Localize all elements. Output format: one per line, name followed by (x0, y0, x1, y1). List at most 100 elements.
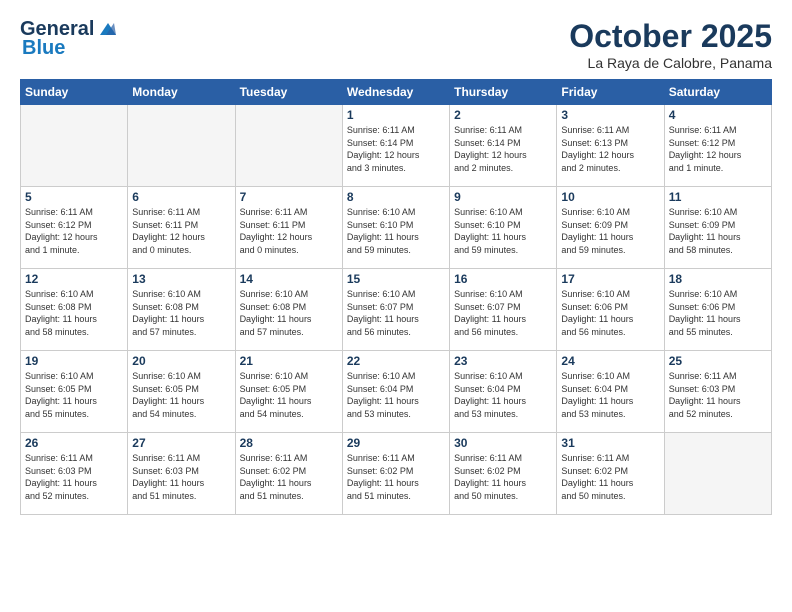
day-info: Sunrise: 6:11 AM Sunset: 6:03 PM Dayligh… (669, 370, 767, 420)
day-info: Sunrise: 6:11 AM Sunset: 6:02 PM Dayligh… (561, 452, 659, 502)
header: General Blue October 2025 La Raya de Cal… (20, 18, 772, 71)
calendar-cell: 11 Sunrise: 6:10 AM Sunset: 6:09 PM Dayli… (664, 187, 771, 269)
day-number: 9 (454, 190, 552, 204)
day-info: Sunrise: 6:10 AM Sunset: 6:05 PM Dayligh… (132, 370, 230, 420)
day-info: Sunrise: 6:11 AM Sunset: 6:12 PM Dayligh… (25, 206, 123, 256)
day-info: Sunrise: 6:11 AM Sunset: 6:02 PM Dayligh… (454, 452, 552, 502)
day-number: 31 (561, 436, 659, 450)
day-number: 4 (669, 108, 767, 122)
day-number: 5 (25, 190, 123, 204)
day-info: Sunrise: 6:10 AM Sunset: 6:05 PM Dayligh… (25, 370, 123, 420)
calendar-cell: 10Sunrise: 6:10 AM Sunset: 6:09 PM Dayli… (557, 187, 664, 269)
calendar-cell: 24 Sunrise: 6:10 AM Sunset: 6:04 PM Dayli… (557, 351, 664, 433)
day-number: 20 (132, 354, 230, 368)
day-info: Sunrise: 6:10 AM Sunset: 6:09 PM Dayligh… (669, 206, 767, 256)
calendar-cell: 7 Sunrise: 6:11 AM Sunset: 6:11 PM Daylig… (235, 187, 342, 269)
day-info: Sunrise: 6:11 AM Sunset: 6:02 PM Dayligh… (347, 452, 445, 502)
day-number: 23 (454, 354, 552, 368)
weekday-header-sunday: Sunday (21, 80, 128, 105)
calendar-cell: 19 Sunrise: 6:10 AM Sunset: 6:05 PM Dayli… (21, 351, 128, 433)
day-number: 7 (240, 190, 338, 204)
day-info: Sunrise: 6:10 AM Sunset: 6:04 PM Dayligh… (454, 370, 552, 420)
day-info: Sunrise: 6:11 AM Sunset: 6:14 PM Dayligh… (347, 124, 445, 174)
calendar-header-row: SundayMondayTuesdayWednesdayThursdayFrid… (21, 80, 772, 105)
calendar-cell: 16 Sunrise: 6:10 AM Sunset: 6:07 PM Dayli… (450, 269, 557, 351)
calendar-table: SundayMondayTuesdayWednesdayThursdayFrid… (20, 79, 772, 515)
day-number: 19 (25, 354, 123, 368)
day-number: 18 (669, 272, 767, 286)
calendar-cell: 20 Sunrise: 6:10 AM Sunset: 6:05 PM Dayli… (128, 351, 235, 433)
calendar-cell: 2 Sunrise: 6:11 AM Sunset: 6:14 PM Daylig… (450, 105, 557, 187)
day-number: 3 (561, 108, 659, 122)
day-number: 30 (454, 436, 552, 450)
day-number: 24 (561, 354, 659, 368)
weekday-header-monday: Monday (128, 80, 235, 105)
day-number: 11 (669, 190, 767, 204)
calendar-cell: 5 Sunrise: 6:11 AM Sunset: 6:12 PM Daylig… (21, 187, 128, 269)
calendar-cell: 6 Sunrise: 6:11 AM Sunset: 6:11 PM Daylig… (128, 187, 235, 269)
day-info: Sunrise: 6:11 AM Sunset: 6:03 PM Dayligh… (132, 452, 230, 502)
calendar-cell: 27 Sunrise: 6:11 AM Sunset: 6:03 PM Dayli… (128, 433, 235, 515)
logo-icon (96, 21, 118, 39)
day-info: Sunrise: 6:11 AM Sunset: 6:02 PM Dayligh… (240, 452, 338, 502)
calendar-cell: 1 Sunrise: 6:11 AM Sunset: 6:14 PM Daylig… (342, 105, 449, 187)
day-info: Sunrise: 6:11 AM Sunset: 6:14 PM Dayligh… (454, 124, 552, 174)
calendar-week-row: 12 Sunrise: 6:10 AM Sunset: 6:08 PM Dayli… (21, 269, 772, 351)
calendar-cell: 18 Sunrise: 6:10 AM Sunset: 6:06 PM Dayli… (664, 269, 771, 351)
weekday-header-saturday: Saturday (664, 80, 771, 105)
day-info: Sunrise: 6:10 AM Sunset: 6:08 PM Dayligh… (240, 288, 338, 338)
day-info: Sunrise: 6:11 AM Sunset: 6:12 PM Dayligh… (669, 124, 767, 174)
day-info: Sunrise: 6:11 AM Sunset: 6:11 PM Dayligh… (240, 206, 338, 256)
day-info: Sunrise: 6:10 AM Sunset: 6:10 PM Dayligh… (454, 206, 552, 256)
day-info: Sunrise: 6:11 AM Sunset: 6:03 PM Dayligh… (25, 452, 123, 502)
calendar-week-row: 26 Sunrise: 6:11 AM Sunset: 6:03 PM Dayli… (21, 433, 772, 515)
logo: General Blue (20, 18, 118, 60)
day-number: 26 (25, 436, 123, 450)
day-number: 29 (347, 436, 445, 450)
day-info: Sunrise: 6:10 AM Sunset: 6:07 PM Dayligh… (347, 288, 445, 338)
day-number: 16 (454, 272, 552, 286)
calendar-cell: 13 Sunrise: 6:10 AM Sunset: 6:08 PM Dayli… (128, 269, 235, 351)
day-number: 8 (347, 190, 445, 204)
day-info: Sunrise: 6:10 AM Sunset: 6:04 PM Dayligh… (347, 370, 445, 420)
calendar-week-row: 19 Sunrise: 6:10 AM Sunset: 6:05 PM Dayli… (21, 351, 772, 433)
calendar-cell: 31 Sunrise: 6:11 AM Sunset: 6:02 PM Dayli… (557, 433, 664, 515)
day-number: 25 (669, 354, 767, 368)
calendar-cell: 14 Sunrise: 6:10 AM Sunset: 6:08 PM Dayli… (235, 269, 342, 351)
day-number: 13 (132, 272, 230, 286)
day-number: 27 (132, 436, 230, 450)
day-info: Sunrise: 6:10 AM Sunset: 6:04 PM Dayligh… (561, 370, 659, 420)
day-info: Sunrise: 6:10 AM Sunset: 6:10 PM Dayligh… (347, 206, 445, 256)
calendar-week-row: 5 Sunrise: 6:11 AM Sunset: 6:12 PM Daylig… (21, 187, 772, 269)
calendar-week-row: 1 Sunrise: 6:11 AM Sunset: 6:14 PM Daylig… (21, 105, 772, 187)
calendar-cell: 9 Sunrise: 6:10 AM Sunset: 6:10 PM Daylig… (450, 187, 557, 269)
calendar-cell: 3 Sunrise: 6:11 AM Sunset: 6:13 PM Daylig… (557, 105, 664, 187)
weekday-header-friday: Friday (557, 80, 664, 105)
day-number: 22 (347, 354, 445, 368)
calendar-cell: 28Sunrise: 6:11 AM Sunset: 6:02 PM Dayli… (235, 433, 342, 515)
day-info: Sunrise: 6:11 AM Sunset: 6:13 PM Dayligh… (561, 124, 659, 174)
calendar-cell (235, 105, 342, 187)
day-number: 6 (132, 190, 230, 204)
calendar-cell: 22 Sunrise: 6:10 AM Sunset: 6:04 PM Dayli… (342, 351, 449, 433)
day-info: Sunrise: 6:10 AM Sunset: 6:05 PM Dayligh… (240, 370, 338, 420)
calendar-cell (128, 105, 235, 187)
day-number: 12 (25, 272, 123, 286)
day-info: Sunrise: 6:10 AM Sunset: 6:08 PM Dayligh… (25, 288, 123, 338)
day-info: Sunrise: 6:10 AM Sunset: 6:06 PM Dayligh… (669, 288, 767, 338)
day-number: 1 (347, 108, 445, 122)
day-info: Sunrise: 6:11 AM Sunset: 6:11 PM Dayligh… (132, 206, 230, 256)
calendar-cell: 15 Sunrise: 6:10 AM Sunset: 6:07 PM Dayli… (342, 269, 449, 351)
day-number: 2 (454, 108, 552, 122)
day-number: 14 (240, 272, 338, 286)
title-block: October 2025 La Raya de Calobre, Panama (569, 18, 772, 71)
calendar-cell (664, 433, 771, 515)
weekday-header-wednesday: Wednesday (342, 80, 449, 105)
month-title: October 2025 (569, 18, 772, 55)
day-info: Sunrise: 6:10 AM Sunset: 6:08 PM Dayligh… (132, 288, 230, 338)
day-number: 15 (347, 272, 445, 286)
calendar-cell: 8 Sunrise: 6:10 AM Sunset: 6:10 PM Daylig… (342, 187, 449, 269)
day-info: Sunrise: 6:10 AM Sunset: 6:07 PM Dayligh… (454, 288, 552, 338)
day-info: Sunrise: 6:10 AM Sunset: 6:09 PM Dayligh… (561, 206, 659, 256)
day-info: Sunrise: 6:10 AM Sunset: 6:06 PM Dayligh… (561, 288, 659, 338)
